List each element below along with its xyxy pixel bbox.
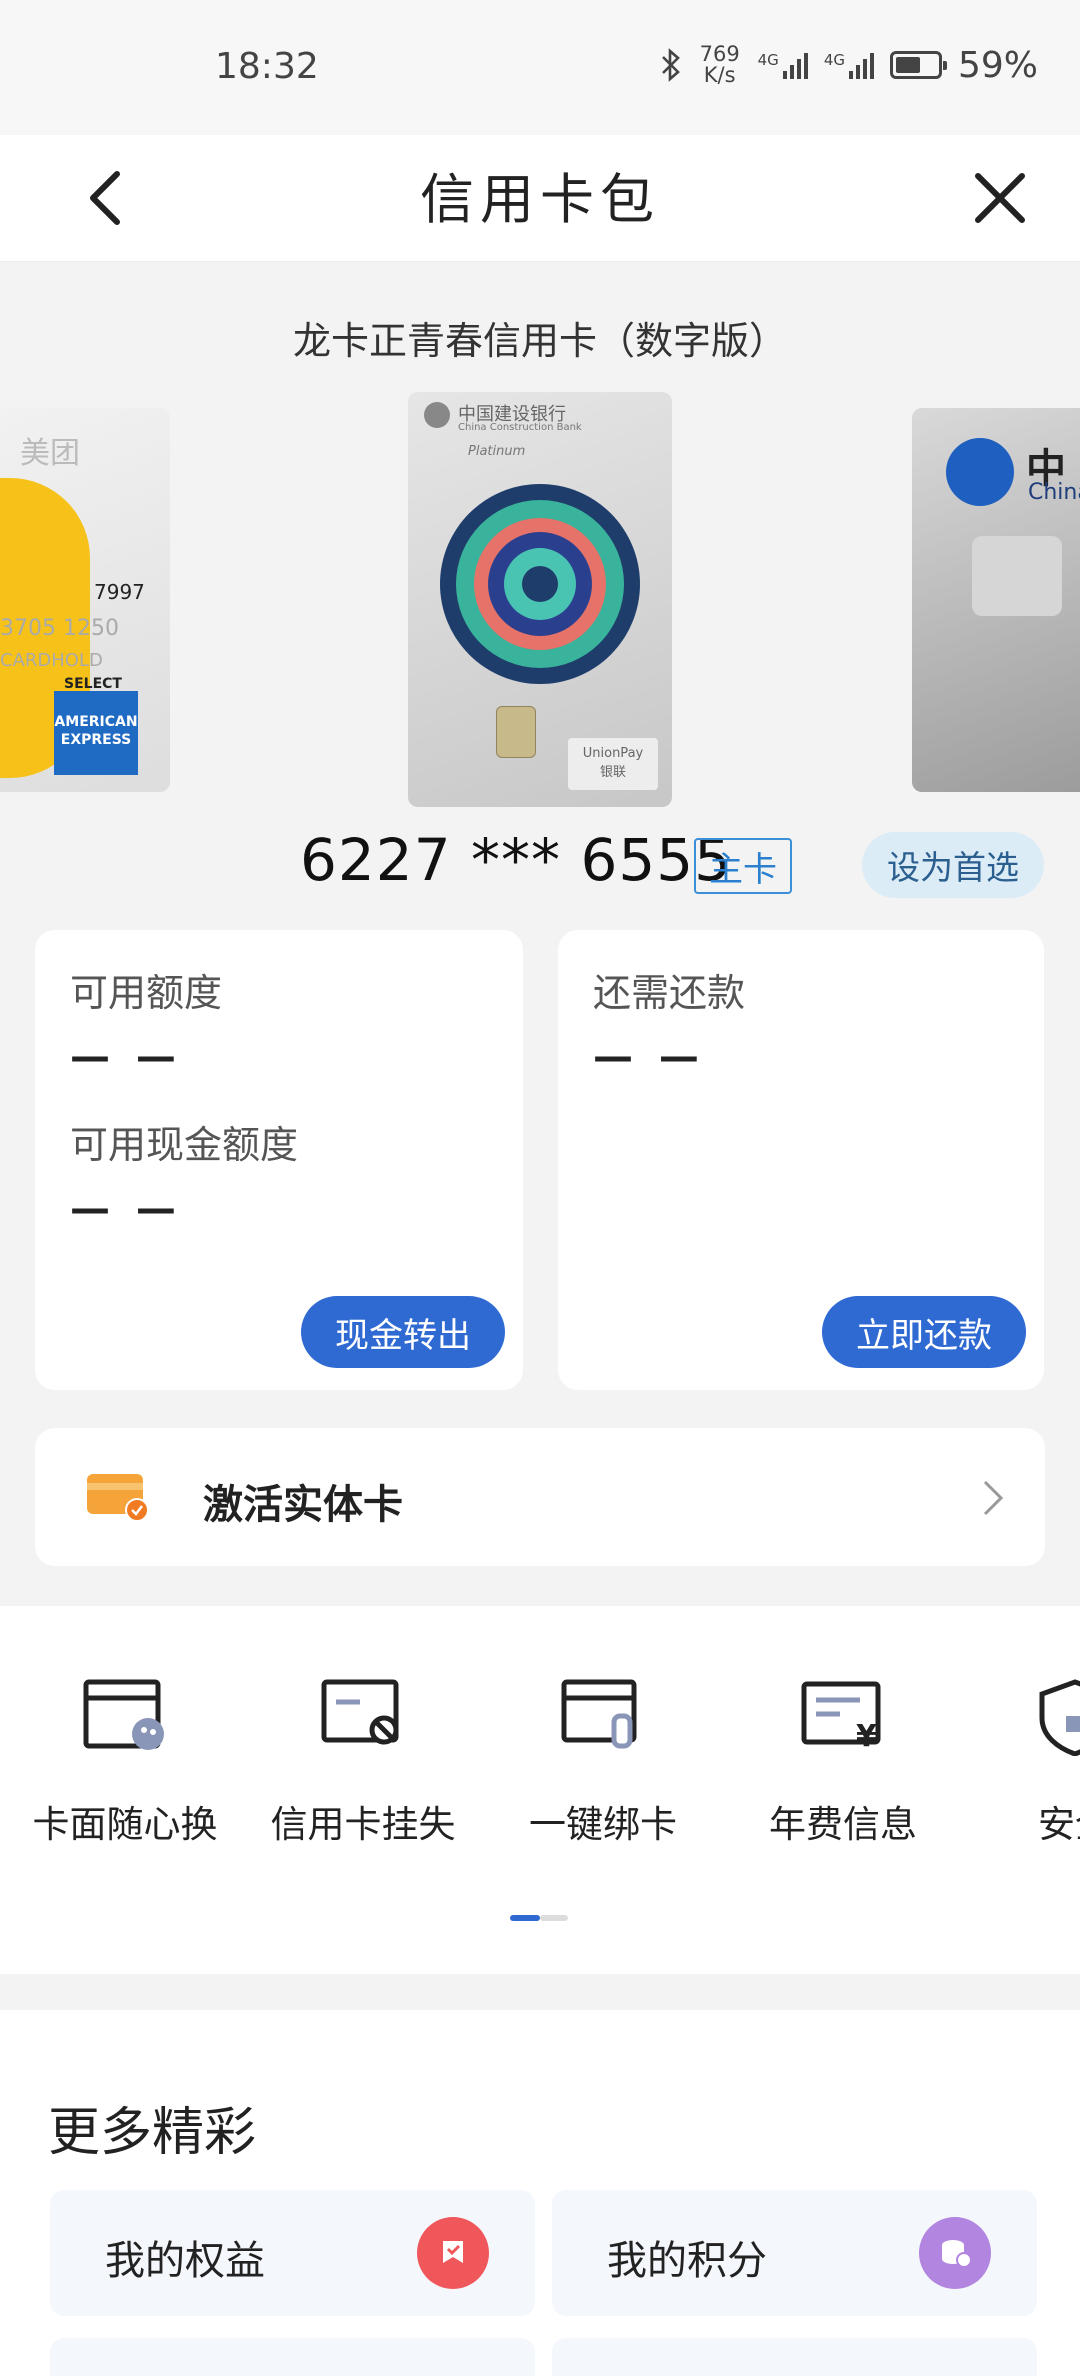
nav-bar: 信用卡包 [0, 135, 1080, 262]
my-points-tile[interactable]: 我的积分 [552, 2190, 1037, 2316]
page-dot [540, 1915, 568, 1921]
ccb-logo-icon [424, 402, 450, 428]
chip-icon [972, 536, 1062, 616]
tool-report-loss[interactable]: 信用卡挂失 [248, 1676, 478, 1848]
page-dot-active [510, 1915, 540, 1921]
signal-bars-icon [782, 51, 808, 79]
more-tile-4[interactable] [552, 2338, 1037, 2376]
more-section: 更多精彩 我的权益 我的积分 [0, 2010, 1080, 2376]
signal-2: 4G [824, 51, 874, 79]
card-thumbnail-center[interactable]: 中国建设银行 China Construction Bank Platinum … [408, 392, 672, 807]
repayment-panel: 还需还款 — — 立即还款 [558, 930, 1044, 1390]
cash-limit-value: — — [70, 1186, 182, 1232]
annual-fee-icon: ¥ [801, 1681, 881, 1754]
card-name: 龙卡正青春信用卡（数字版） [292, 319, 787, 363]
chip-icon [496, 706, 536, 758]
amount-due-value: — — [593, 1034, 705, 1080]
card-thumbnail-left[interactable]: 美团 7997 3705 1250 CARDHOLD SELECT AMERIC… [0, 408, 170, 792]
tool-bind-card[interactable]: 一键绑卡 [488, 1676, 718, 1848]
my-rights-tile[interactable]: 我的权益 [50, 2190, 535, 2316]
page-title: 信用卡包 [420, 168, 660, 231]
points-icon [919, 2217, 991, 2289]
activate-card-row[interactable]: 激活实体卡 [35, 1428, 1045, 1566]
shield-lock-icon [1039, 1679, 1080, 1756]
primary-card-badge: 主卡 [694, 838, 792, 894]
tool-security[interactable]: 安全 [960, 1676, 1080, 1848]
activate-card-label: 激活实体卡 [203, 1482, 403, 1528]
card-pattern-icon [440, 484, 640, 684]
signal-1: 4G [758, 51, 808, 79]
bank-logo-icon [946, 438, 1014, 506]
more-section-title: 更多精彩 [48, 2103, 257, 2163]
status-icons: 769 K/s 4G 4G 59% [660, 44, 1038, 86]
available-limit-label: 可用额度 [70, 971, 223, 1015]
rights-icon [417, 2217, 489, 2289]
status-bar: 18:32 769 K/s 4G 4G 59% [0, 0, 1080, 135]
card-tools-strip: 卡面随心换 信用卡挂失 一键绑卡 ¥ 年费信息 安 [0, 1606, 1080, 1974]
card-thumbnail-right[interactable]: 中 China [912, 408, 1080, 792]
repay-now-button[interactable]: 立即还款 [822, 1296, 1026, 1368]
credit-limit-panel: 可用额度 — — 可用现金额度 — — 现金转出 [35, 930, 523, 1390]
battery-icon [889, 51, 947, 79]
status-time: 18:32 [215, 46, 319, 87]
svg-text:¥: ¥ [856, 1719, 877, 1754]
available-limit-value: — — [70, 1034, 182, 1080]
signal-bars-icon [848, 51, 874, 79]
tool-change-card-face[interactable]: 卡面随心换 [10, 1676, 240, 1848]
card-link-icon [561, 1679, 637, 1749]
more-tile-3[interactable] [50, 2338, 535, 2376]
bluetooth-icon [661, 48, 680, 82]
amex-logo: AMERICAN EXPRESS [54, 691, 138, 775]
tool-annual-fee[interactable]: ¥ 年费信息 [728, 1676, 958, 1848]
card-block-icon [321, 1679, 399, 1745]
close-icon [975, 173, 1025, 223]
card-activate-icon [87, 1474, 149, 1522]
page-indicator [510, 1915, 568, 1921]
network-speed: 769 K/s [699, 42, 740, 87]
card-palette-icon [83, 1679, 164, 1750]
close-button[interactable] [955, 153, 1045, 243]
card-number: 6227 *** 6555 [300, 826, 733, 894]
chevron-right-icon [983, 1480, 1004, 1516]
amount-due-label: 还需还款 [593, 971, 746, 1015]
unionpay-logo: UnionPay 银联 [568, 738, 658, 790]
cash-transfer-button[interactable]: 现金转出 [301, 1296, 505, 1368]
cash-limit-label: 可用现金额度 [70, 1123, 299, 1167]
battery-percent: 59% [957, 44, 1038, 86]
set-preferred-button[interactable]: 设为首选 [862, 832, 1044, 898]
